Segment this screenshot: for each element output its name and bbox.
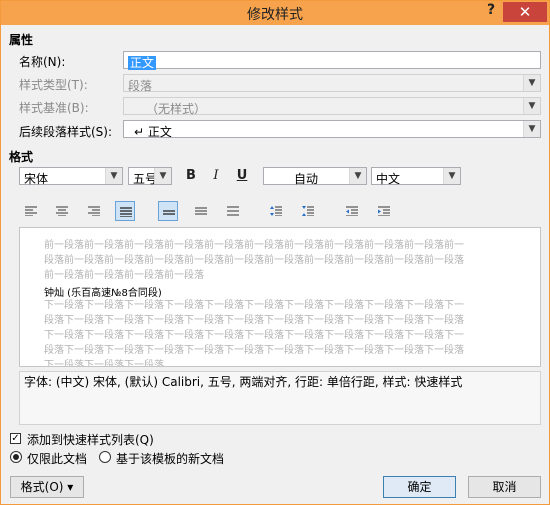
italic-button[interactable]: I: [206, 166, 226, 186]
bold-button[interactable]: B: [181, 166, 201, 186]
this-document-label[interactable]: 仅限此文档: [27, 450, 87, 467]
style-base-value: （无样式）: [146, 102, 207, 116]
font-color-select[interactable]: 自动 ▼: [263, 167, 367, 186]
format-section-label: 格式: [9, 150, 34, 164]
font-value: 宋体: [24, 172, 49, 186]
script-value: 中文: [376, 172, 401, 186]
underline-button[interactable]: U: [232, 166, 252, 186]
align-center-icon[interactable]: [52, 201, 72, 221]
one-half-spacing-icon[interactable]: [191, 201, 211, 221]
align-justify-icon[interactable]: [115, 201, 135, 221]
ok-button[interactable]: 确定: [383, 476, 456, 498]
single-spacing-icon[interactable]: [158, 201, 178, 221]
properties-section-label: 属性: [9, 33, 34, 47]
increase-paragraph-spacing-icon[interactable]: [266, 201, 286, 221]
align-left-icon[interactable]: [21, 201, 41, 221]
script-select[interactable]: 中文 ▼: [371, 167, 461, 186]
name-label: 名称(N):: [19, 55, 66, 69]
close-button[interactable]: ✕: [503, 2, 547, 22]
name-value: 正文: [128, 56, 157, 70]
decrease-paragraph-spacing-icon[interactable]: [298, 201, 318, 221]
style-description: 字体: (中文) 宋体, (默认) Calibri, 五号, 两端对齐, 行距:…: [19, 371, 541, 425]
help-icon[interactable]: ?: [483, 2, 499, 18]
add-quick-style-checkbox[interactable]: ✓: [10, 433, 21, 444]
chevron-down-icon[interactable]: ▼: [443, 168, 460, 184]
template-label[interactable]: 基于该模板的新文档: [116, 450, 224, 467]
align-right-icon[interactable]: [84, 201, 104, 221]
this-document-radio[interactable]: [10, 451, 22, 463]
modify-style-dialog: 修改样式 ? ✕ 属性 名称(N): 正文 样式类型(T): 段落 ▼ 样式基准…: [0, 0, 550, 505]
increase-indent-icon[interactable]: [374, 201, 394, 221]
next-style-value: ↵ 正文: [134, 125, 172, 139]
next-style-select[interactable]: ↵ 正文 ▼: [123, 120, 541, 139]
style-base-label: 样式基准(B):: [19, 101, 89, 115]
dialog-title: 修改样式: [247, 7, 303, 23]
style-type-select: 段落 ▼: [123, 74, 541, 93]
add-quick-style-label[interactable]: 添加到快速样式列表(Q): [27, 431, 154, 448]
font-select[interactable]: 宋体 ▼: [19, 167, 123, 186]
chevron-down-icon: ▼: [523, 98, 540, 114]
chevron-down-icon[interactable]: ▼: [349, 168, 366, 184]
preview-before-text: 前一段落前一段落前一段落前一段落前一段落前一段落前一段落前一段落前一段落前一段落…: [44, 240, 464, 281]
chevron-down-icon[interactable]: ▼: [105, 168, 122, 184]
template-radio[interactable]: [99, 451, 111, 463]
preview-after-text: 下一段落下一段落下一段落下一段落下一段落下一段落下一段落下一段落下一段落下一段落…: [44, 300, 464, 367]
font-color-value: 自动: [294, 172, 319, 186]
preview-sample-text: 钟灿 (乐百高速№8合同段): [44, 288, 162, 299]
chevron-down-icon[interactable]: ▼: [523, 121, 540, 137]
title-bar: 修改样式 ? ✕: [1, 1, 549, 25]
font-size-select[interactable]: 五号 ▼: [128, 167, 172, 186]
next-style-label: 后续段落样式(S):: [19, 125, 113, 139]
format-menu-button[interactable]: 格式(O) ▾: [10, 476, 84, 498]
decrease-indent-icon[interactable]: [342, 201, 362, 221]
style-type-value: 段落: [128, 79, 153, 93]
style-base-select: （无样式） ▼: [123, 97, 541, 116]
name-input[interactable]: 正文: [123, 51, 541, 70]
double-spacing-icon[interactable]: [223, 201, 243, 221]
cancel-button[interactable]: 取消: [468, 476, 541, 498]
style-type-label: 样式类型(T):: [19, 78, 88, 92]
chevron-down-icon: ▼: [523, 75, 540, 91]
style-preview: 前一段落前一段落前一段落前一段落前一段落前一段落前一段落前一段落前一段落前一段落…: [19, 227, 541, 367]
chevron-down-icon[interactable]: ▼: [154, 168, 171, 184]
